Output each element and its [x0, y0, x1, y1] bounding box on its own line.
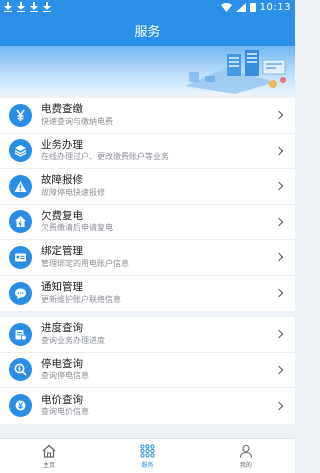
item-title: 停电查询: [41, 357, 83, 370]
item-title: 业务办理: [41, 138, 83, 151]
chevron-right-icon: [274, 401, 284, 410]
service-item-arrears-restore[interactable]: 欠费复电 欠费缴清后申请复电: [0, 205, 295, 240]
banner-illustration: [0, 46, 295, 94]
chevron-right-icon: [274, 330, 284, 339]
item-subtitle: 查询电价信息: [41, 407, 89, 417]
download-icon: [17, 2, 25, 12]
item-title: 通知管理: [41, 281, 83, 294]
service-item-notification[interactable]: 通知管理 更新维护账户联络信息: [0, 276, 295, 312]
item-title: 进度查询: [41, 322, 83, 335]
service-item-progress[interactable]: 进度查询 查询业务办理进度: [0, 317, 295, 353]
progress-icon: [9, 322, 32, 346]
bottom-tab-bar: 主页 服务 我的: [0, 438, 295, 473]
house-plug-icon: [9, 210, 32, 234]
item-title: 故障报修: [41, 174, 83, 187]
service-group-2: 进度查询 查询业务办理进度 停电查询 查询停电信息 电价查询 查询电价信息: [0, 317, 295, 424]
item-subtitle: 欠费缴清后申请复电: [41, 223, 113, 233]
yuan-icon: [9, 103, 32, 127]
page-title: 服务: [0, 14, 295, 46]
chevron-right-icon: [274, 146, 284, 155]
service-item-fault-repair[interactable]: 故障报修 故障停电快速报修: [0, 169, 295, 205]
service-item-bill-pay[interactable]: 电费查缴 快速查询与缴纳电费: [0, 98, 295, 134]
status-time: 10:13: [259, 1, 291, 13]
chevron-right-icon: [274, 289, 284, 298]
service-item-business[interactable]: 业务办理 在线办理过户、更改缴费账户等业务: [0, 134, 295, 169]
service-item-price[interactable]: 电价查询 查询电价信息: [0, 388, 295, 424]
item-title: 绑定管理: [41, 245, 83, 258]
chevron-right-icon: [274, 182, 284, 191]
battery-icon: [249, 2, 256, 12]
home-icon: [42, 444, 56, 458]
download-icon: [4, 2, 12, 12]
id-card-icon: [9, 245, 32, 269]
search-bolt-icon: [9, 358, 32, 382]
item-subtitle: 在线办理过户、更改缴费账户等业务: [41, 152, 169, 162]
tab-label: 我的: [239, 461, 252, 469]
chevron-right-icon: [274, 111, 284, 120]
grid-icon: [140, 443, 155, 458]
item-subtitle: 管理绑定的用电账户信息: [41, 258, 129, 268]
warning-icon: [9, 174, 32, 198]
service-item-outage[interactable]: 停电查询 查询停电信息: [0, 353, 295, 388]
tab-label: 服务: [141, 461, 154, 469]
chevron-right-icon: [274, 365, 284, 374]
service-item-binding[interactable]: 绑定管理 管理绑定的用电账户信息: [0, 240, 295, 276]
tab-mine[interactable]: 我的: [197, 439, 295, 473]
signal-icon: [235, 2, 246, 12]
item-title: 电价查询: [41, 393, 83, 406]
chevron-right-icon: [274, 253, 284, 262]
wifi-icon: [220, 2, 232, 12]
chevron-right-icon: [274, 217, 284, 226]
chat-icon: [9, 281, 32, 305]
tab-label: 主页: [43, 461, 56, 469]
item-subtitle: 更新维护账户联络信息: [41, 294, 121, 304]
notification-icons: [4, 2, 51, 12]
item-title: 欠费复电: [41, 209, 83, 222]
layers-icon: [9, 139, 32, 163]
item-subtitle: 快速查询与缴纳电费: [41, 116, 113, 126]
download-icon: [30, 2, 38, 12]
download-icon: [43, 2, 51, 12]
price-icon: [9, 394, 32, 418]
item-subtitle: 故障停电快速报修: [41, 187, 105, 197]
status-bar: 10:13: [0, 0, 295, 14]
item-subtitle: 查询停电信息: [41, 371, 89, 381]
item-subtitle: 查询业务办理进度: [41, 335, 105, 345]
tab-service[interactable]: 服务: [98, 439, 196, 473]
user-icon: [239, 444, 252, 458]
tab-home[interactable]: 主页: [0, 439, 98, 473]
service-group-1: 电费查缴 快速查询与缴纳电费 业务办理 在线办理过户、更改缴费账户等业务 故障报…: [0, 98, 295, 311]
item-title: 电费查缴: [41, 103, 83, 116]
